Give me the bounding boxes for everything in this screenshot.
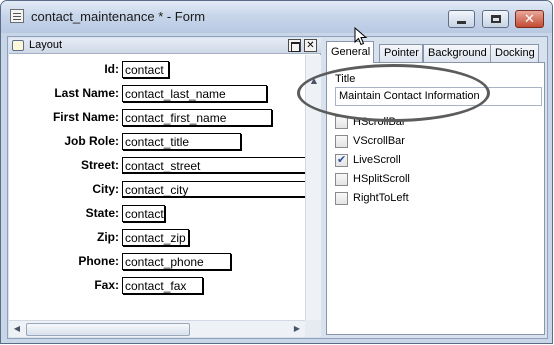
layout-icon [12,40,24,51]
field-job-role-input[interactable]: contact_title [122,133,241,150]
tab-docking[interactable]: Docking [490,44,539,62]
field-label: Fax: [94,278,119,292]
checkbox-label: HSplitScroll [353,173,410,185]
title-bar[interactable]: contact_maintenance * - Form ✕ [1,1,552,33]
tab-pointer[interactable]: Pointer [379,44,423,62]
scroll-right-arrow-icon[interactable]: ▶ [289,321,305,337]
field-label: City: [92,182,119,196]
field-street-input[interactable]: contact_street [122,157,305,174]
field-label: Last Name: [54,86,119,100]
layout-panel: Layout ✕ Id: contact Last Name: contact_… [9,38,321,337]
close-button[interactable]: ✕ [515,10,544,28]
title-input[interactable]: Maintain Contact Information [335,87,542,106]
checkbox-box[interactable] [335,135,348,148]
field-last-name-input[interactable]: contact_last_name [122,85,267,102]
checkbox-box[interactable] [335,116,348,129]
field-label: Zip: [97,230,119,244]
field-label: Id: [104,62,119,76]
window-title: contact_maintenance * - Form [31,9,206,24]
checkbox-label: RightToLeft [353,192,409,204]
checkbox-label: HScrollBar [353,116,406,128]
title-label: Title [335,73,356,85]
mouse-pointer-icon [354,27,368,46]
layout-canvas[interactable]: Id: contact Last Name: contact_last_name… [9,55,305,320]
field-label: Job Role: [64,134,119,148]
field-state-input[interactable]: contact [122,205,165,222]
scroll-up-arrow-icon[interactable]: ▲ [306,73,322,89]
layout-close-button[interactable]: ✕ [304,39,317,52]
scrollbar-corner [305,320,321,337]
field-zip-input[interactable]: contact_zip [122,229,189,246]
layout-panel-header[interactable]: Layout ✕ [9,38,321,54]
layout-panel-title: Layout [29,39,63,51]
checkbox-box-checked[interactable] [335,153,348,167]
checkbox-box[interactable] [335,173,348,186]
field-first-name-input[interactable]: contact_first_name [122,109,272,126]
maximize-button[interactable] [482,10,509,28]
field-label: Street: [80,158,119,172]
form-icon [10,9,24,23]
field-id-input[interactable]: contact [122,61,169,78]
properties-panel: General Pointer Background Docking Title… [322,38,547,337]
horizontal-scroll-thumb[interactable] [26,323,190,336]
field-fax-input[interactable]: contact_fax [122,277,203,294]
general-tab-content: Title Maintain Contact Information HScro… [326,62,545,335]
checkbox-label: VScrollBar [353,135,405,147]
minimize-button[interactable] [448,10,475,28]
maximize-icon [490,15,501,23]
field-label: State: [85,206,119,220]
field-label: Phone: [78,254,119,268]
checkbox-label: LiveScroll [353,154,401,166]
form-window: contact_maintenance * - Form ✕ Layout ✕ … [0,0,553,344]
horizontal-scrollbar[interactable]: ◀ ▶ [9,320,305,337]
field-label: First Name: [52,110,119,124]
field-phone-input[interactable]: contact_phone [122,253,231,270]
tab-background[interactable]: Background [423,44,491,62]
vertical-scrollbar[interactable]: ▲ [305,55,321,320]
layout-restore-button[interactable] [288,39,301,52]
form-client-area: Layout ✕ Id: contact Last Name: contact_… [7,36,548,339]
scroll-left-arrow-icon[interactable]: ◀ [9,321,25,337]
minimize-icon [457,20,466,24]
field-city-input[interactable]: contact_city [122,181,305,198]
close-icon: ✕ [524,11,535,27]
checkbox-box[interactable] [335,192,348,205]
